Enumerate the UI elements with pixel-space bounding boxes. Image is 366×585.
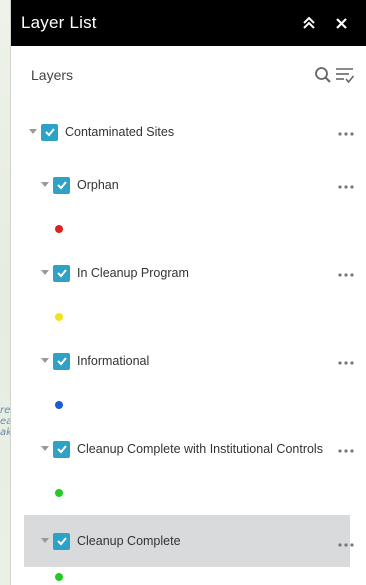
layer-visibility-checkbox[interactable]	[53, 532, 70, 550]
layer-row-cleanup-complete-institutional-controls[interactable]: Cleanup Complete with Institutional Cont…	[11, 427, 366, 471]
layer-legend-orphan	[11, 207, 366, 251]
caret-down-icon	[41, 446, 49, 451]
panel-title: Layer List	[21, 13, 97, 32]
layer-label: Cleanup Complete	[77, 534, 181, 548]
more-options-icon	[338, 185, 354, 189]
close-panel-button[interactable]	[328, 10, 354, 36]
layer-options-menu-button[interactable]	[334, 64, 356, 86]
layer-label: In Cleanup Program	[77, 266, 189, 280]
layer-more-options-button[interactable]	[338, 537, 354, 547]
checkmark-icon	[56, 181, 67, 190]
layer-legend-informational	[11, 383, 366, 427]
caret-down-icon	[41, 182, 49, 187]
layer-list-panel: Layer List Layers Contaminated Sites Orp…	[10, 0, 366, 585]
layer-legend-cleanup-complete	[11, 567, 366, 585]
legend-symbol-green-dot	[55, 573, 63, 581]
layer-more-options-button[interactable]	[338, 355, 354, 365]
layer-more-options-button[interactable]	[338, 443, 354, 453]
caret-down-icon	[41, 358, 49, 363]
layers-header: Layers	[11, 46, 366, 104]
layer-visibility-checkbox[interactable]	[41, 123, 58, 141]
layer-more-options-button[interactable]	[338, 267, 354, 277]
expand-caret[interactable]	[40, 180, 50, 190]
checkmark-icon	[56, 269, 67, 278]
more-options-icon	[338, 361, 354, 365]
legend-symbol-green-dot	[55, 489, 63, 497]
layer-row-contaminated-sites[interactable]: Contaminated Sites	[11, 110, 366, 154]
legend-symbol-blue-dot	[55, 401, 63, 409]
layer-row-cleanup-complete[interactable]: Cleanup Complete	[24, 515, 354, 567]
more-options-icon	[338, 449, 354, 453]
layers-heading: Layers	[31, 67, 74, 83]
layer-row-orphan[interactable]: Orphan	[11, 163, 366, 207]
layer-more-options-button[interactable]	[338, 179, 354, 189]
close-icon	[335, 17, 347, 29]
layer-label: Contaminated Sites	[65, 125, 175, 139]
checkmark-icon	[56, 357, 67, 366]
caret-down-icon	[41, 270, 49, 275]
layer-label: Orphan	[77, 178, 119, 192]
caret-down-icon	[29, 129, 37, 134]
more-options-icon	[338, 543, 354, 547]
more-options-icon	[338, 273, 354, 277]
expand-caret[interactable]	[40, 268, 50, 278]
search-layers-button[interactable]	[312, 64, 334, 86]
layer-visibility-checkbox[interactable]	[53, 352, 70, 370]
panel-titlebar: Layer List	[11, 0, 366, 46]
layer-row-in-cleanup-program[interactable]: In Cleanup Program	[11, 251, 366, 295]
caret-down-icon	[41, 538, 49, 543]
expand-caret[interactable]	[40, 536, 50, 546]
filter-list-icon	[336, 68, 355, 84]
collapse-panel-button[interactable]	[296, 10, 322, 36]
more-options-icon	[338, 132, 354, 136]
layer-list: Contaminated Sites Orphan In Cleanup Pro…	[11, 110, 366, 585]
layer-more-options-button[interactable]	[338, 126, 354, 136]
expand-caret[interactable]	[40, 444, 50, 454]
checkmark-icon	[56, 537, 67, 546]
expand-caret[interactable]	[40, 356, 50, 366]
search-icon	[315, 67, 331, 83]
expand-caret[interactable]	[28, 127, 38, 137]
checkmark-icon	[44, 128, 55, 137]
layer-visibility-checkbox[interactable]	[53, 440, 70, 458]
layer-row-informational[interactable]: Informational	[11, 339, 366, 383]
layer-visibility-checkbox[interactable]	[53, 264, 70, 282]
layer-legend-cleanup-complete-institutional-controls	[11, 471, 366, 515]
legend-symbol-yellow-dot	[55, 313, 63, 321]
layer-legend-in-cleanup-program	[11, 295, 366, 339]
layer-label: Cleanup Complete with Institutional Cont…	[77, 442, 323, 456]
layer-label: Informational	[77, 354, 150, 368]
double-chevron-up-icon	[303, 16, 315, 29]
legend-symbol-red-dot	[55, 225, 63, 233]
checkmark-icon	[56, 445, 67, 454]
layer-visibility-checkbox[interactable]	[53, 176, 70, 194]
